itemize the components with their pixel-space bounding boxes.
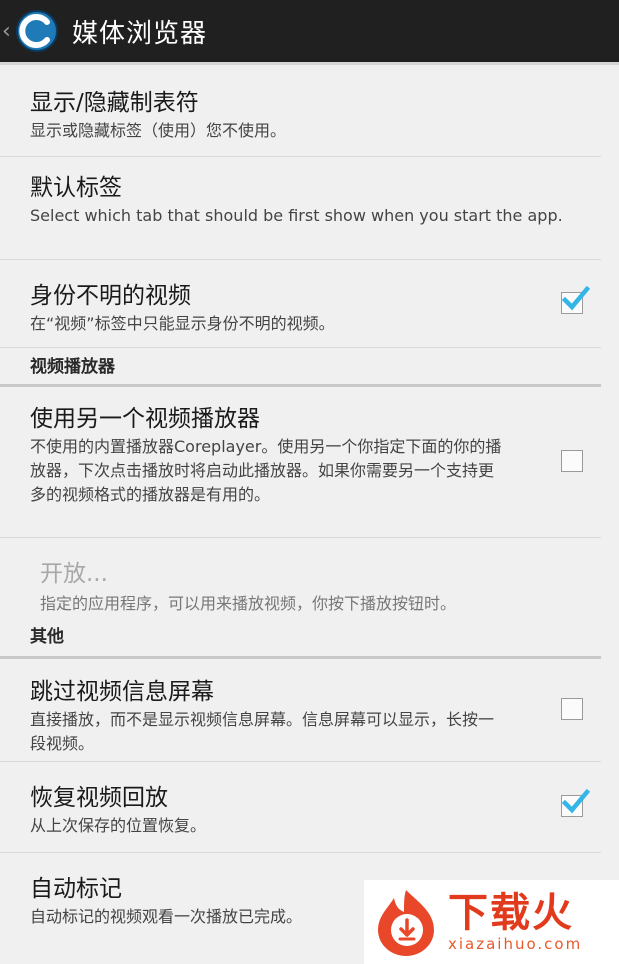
back-chevron-icon[interactable]: ‹ [2,19,14,44]
app-logo-icon[interactable] [14,8,60,54]
checkmark-icon [561,285,590,310]
pref-summary: 在“视频”标签中只能显示身份不明的视频。 [30,314,335,333]
pref-title: 恢复视频回放 [30,785,168,811]
pref-summary: 不使用的内置播放器Coreplayer。使用另一个你指定下面的你的播放器，下次点… [30,437,502,504]
flame-logo-icon [378,890,434,956]
category-other: 其他 [0,622,601,659]
settings-list: 显示/隐藏制表符 显示或隐藏标签（使用）您不使用。 默认标签 Select wh… [0,65,619,943]
pref-title: 显示/隐藏制表符 [30,90,199,116]
pref-summary: 从上次保存的位置恢复。 [30,816,207,835]
action-bar: ‹ 媒体浏览器 [0,0,619,62]
pref-summary: 直接播放，而不是显示视频信息屏幕。信息屏幕可以显示，长按一段视频。 [30,710,495,753]
pref-title: 开放... [40,561,108,587]
category-video-player: 视频播放器 [0,352,601,387]
checkbox-unknown-videos[interactable] [561,285,590,314]
pref-default-tab[interactable]: 默认标签 Select which tab that should be fir… [0,157,601,260]
pref-show-hide-tabs[interactable]: 显示/隐藏制表符 显示或隐藏标签（使用）您不使用。 [0,65,601,157]
page-title: 媒体浏览器 [72,18,208,49]
pref-title: 使用另一个视频播放器 [30,406,260,432]
checkbox-skip-info[interactable] [561,698,583,720]
watermark-brand: 下载火 [448,890,574,936]
watermark: 下载火 xiazaihuo.com [364,880,619,964]
pref-title: 跳过视频信息屏幕 [30,679,214,705]
pref-open-player: 开放... 指定的应用程序，可以用来播放视频，你按下播放按钮时。 [0,538,601,622]
pref-title: 默认标签 [30,175,122,201]
checkbox-resume[interactable] [561,788,590,817]
checkbox-alt-player[interactable] [561,450,583,472]
checkmark-icon [561,788,590,814]
pref-summary: Select which tab that should be first sh… [30,206,563,225]
watermark-text: 下载火 xiazaihuo.com [448,891,582,953]
pref-unknown-videos[interactable]: 身份不明的视频 在“视频”标签中只能显示身份不明的视频。 [0,260,601,348]
watermark-url: xiazaihuo.com [448,935,583,953]
pref-resume[interactable]: 恢复视频回放 从上次保存的位置恢复。 [0,762,601,853]
pref-alt-player[interactable]: 使用另一个视频播放器 不使用的内置播放器Coreplayer。使用另一个你指定下… [0,387,601,538]
pref-skip-info[interactable]: 跳过视频信息屏幕 直接播放，而不是显示视频信息屏幕。信息屏幕可以显示，长按一段视… [0,659,601,762]
pref-title: 身份不明的视频 [30,283,191,309]
pref-summary: 指定的应用程序，可以用来播放视频，你按下播放按钮时。 [40,594,457,613]
pref-summary: 显示或隐藏标签（使用）您不使用。 [30,121,287,140]
